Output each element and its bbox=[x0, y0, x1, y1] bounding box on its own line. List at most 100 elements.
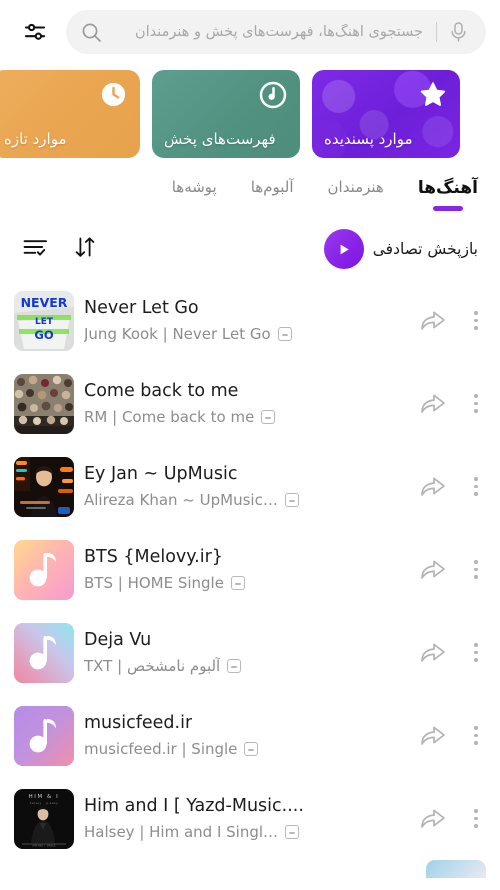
song-row[interactable]: Come back to me RM | Come back to me bbox=[0, 362, 500, 445]
song-subtitle: TXT | آلبوم نامشخص bbox=[84, 657, 221, 675]
song-title: Never Let Go bbox=[84, 298, 199, 318]
search-icon[interactable] bbox=[78, 22, 104, 43]
song-subtitle: Alireza Khan ~ UpMusic… bbox=[84, 491, 278, 509]
category-cards: موارد پسندیده فهرست‌های پخش موارد تازه bbox=[0, 62, 460, 158]
tab-active-underline bbox=[341, 204, 371, 209]
tab-label: آهنگ‌ها bbox=[417, 178, 478, 198]
song-texts: Never Let Go Jung Kook | Never Let Go bbox=[74, 298, 402, 343]
album-art-partial bbox=[426, 860, 486, 878]
tab-label: پوشه‌ها bbox=[171, 178, 217, 196]
song-subtitle: BTS | HOME Single bbox=[84, 574, 224, 592]
album-art[interactable] bbox=[14, 373, 74, 434]
song-title: Ey Jan ~ UpMusic bbox=[84, 464, 238, 484]
more-vertical-icon[interactable] bbox=[466, 721, 486, 751]
sd-card-icon bbox=[284, 493, 299, 507]
sd-card-icon bbox=[230, 576, 245, 590]
more-vertical-icon[interactable] bbox=[466, 638, 486, 668]
tab-active-underline bbox=[257, 204, 287, 209]
song-title: musicfeed.ir bbox=[84, 713, 193, 733]
search-input[interactable]: جستجوی آهنگ‌ها، فهرست‌های پخش و هنرمندان bbox=[66, 10, 486, 54]
svg-text:LET: LET bbox=[35, 317, 54, 327]
row-actions bbox=[414, 306, 486, 336]
share-arrow-icon[interactable] bbox=[418, 472, 448, 502]
more-vertical-icon[interactable] bbox=[466, 389, 486, 419]
category-card-label: موارد پسندیده bbox=[324, 130, 413, 148]
song-texts: musicfeed.ir musicfeed.ir | Single bbox=[74, 713, 402, 758]
share-arrow-icon[interactable] bbox=[418, 306, 448, 336]
album-art[interactable]: NEVER LET GO bbox=[14, 290, 74, 351]
tab-label: هنرمندان bbox=[327, 178, 384, 196]
svg-text:HIM AND I · SINGLE: HIM AND I · SINGLE bbox=[32, 844, 56, 847]
tab-artists[interactable]: هنرمندان bbox=[328, 178, 384, 215]
song-subtitle: Jung Kook | Never Let Go bbox=[84, 325, 271, 343]
song-title: BTS {Melovy.ir} bbox=[84, 547, 223, 567]
share-arrow-icon[interactable] bbox=[418, 721, 448, 751]
more-vertical-icon[interactable] bbox=[466, 555, 486, 585]
song-row[interactable]: Him and I [ Yazd-Music.... Halsey | Him a… bbox=[0, 777, 500, 860]
sd-card-icon bbox=[261, 410, 276, 424]
album-art[interactable] bbox=[14, 705, 74, 766]
song-row[interactable]: musicfeed.ir musicfeed.ir | Single bbox=[0, 694, 500, 777]
category-card-recent[interactable]: موارد تازه bbox=[0, 70, 140, 158]
song-row[interactable]: BTS {Melovy.ir} BTS | HOME Single bbox=[0, 528, 500, 611]
song-subtitle-row: Halsey | Him and I Singl… bbox=[84, 823, 300, 841]
row-actions bbox=[414, 555, 486, 585]
album-art[interactable] bbox=[14, 622, 74, 683]
song-subtitle: musicfeed.ir | Single bbox=[84, 740, 238, 758]
more-vertical-icon[interactable] bbox=[466, 472, 486, 502]
shuffle-play-control[interactable]: بازپخش تصادفی bbox=[323, 229, 478, 269]
song-subtitle: RM | Come back to me bbox=[84, 408, 255, 426]
play-icon[interactable] bbox=[323, 229, 364, 269]
category-card-playlists[interactable]: فهرست‌های پخش bbox=[152, 70, 300, 158]
search-divider bbox=[436, 22, 437, 42]
svg-text:NEVER: NEVER bbox=[21, 295, 68, 310]
shuffle-toolbar: بازپخش تصادفی bbox=[0, 217, 500, 279]
song-subtitle-row: Jung Kook | Never Let Go bbox=[84, 325, 292, 343]
more-vertical-icon[interactable] bbox=[466, 306, 486, 336]
list-check-icon[interactable] bbox=[22, 235, 49, 263]
song-texts: BTS {Melovy.ir} BTS | HOME Single bbox=[74, 547, 402, 592]
more-vertical-icon[interactable] bbox=[466, 804, 486, 834]
svg-text:HIM & I: HIM & I bbox=[29, 794, 60, 800]
row-actions bbox=[414, 472, 486, 502]
song-title: Deja Vu bbox=[84, 630, 152, 650]
song-list: Never Let Go Jung Kook | Never Let Go NEV… bbox=[0, 279, 500, 860]
tabs: آهنگ‌ها هنرمندان آلبوم‌ها پوشه‌ها bbox=[0, 158, 500, 217]
song-subtitle-row: Alireza Khan ~ UpMusic… bbox=[84, 491, 299, 509]
filter-settings-button[interactable] bbox=[14, 11, 56, 53]
row-actions bbox=[414, 638, 486, 668]
playlist-disc-icon bbox=[258, 80, 288, 110]
song-title: Him and I [ Yazd-Music.... bbox=[84, 796, 304, 816]
album-art[interactable]: HIM & I halsey · g-eazy HIM AND I · SING… bbox=[14, 788, 74, 849]
clock-icon bbox=[99, 80, 128, 109]
song-row[interactable]: Deja Vu TXT | آلبوم نامشخص bbox=[0, 611, 500, 694]
album-art[interactable] bbox=[14, 539, 74, 600]
microphone-icon[interactable] bbox=[446, 21, 470, 43]
svg-text:halsey · g-eazy: halsey · g-eazy bbox=[30, 801, 59, 805]
song-subtitle-row: musicfeed.ir | Single bbox=[84, 740, 259, 758]
search-bar: جستجوی آهنگ‌ها، فهرست‌های پخش و هنرمندان bbox=[0, 0, 500, 62]
row-actions bbox=[414, 721, 486, 751]
tab-albums[interactable]: آلبوم‌ها bbox=[251, 178, 294, 215]
sd-card-icon bbox=[285, 825, 300, 839]
song-subtitle-row: RM | Come back to me bbox=[84, 408, 276, 426]
shuffle-label: بازپخش تصادفی bbox=[372, 240, 478, 258]
song-row[interactable]: Never Let Go Jung Kook | Never Let Go NEV… bbox=[0, 279, 500, 362]
tab-songs[interactable]: آهنگ‌ها bbox=[418, 178, 478, 217]
sort-arrows-icon[interactable] bbox=[73, 234, 97, 264]
share-arrow-icon[interactable] bbox=[418, 804, 448, 834]
share-arrow-icon[interactable] bbox=[418, 389, 448, 419]
tab-label: آلبوم‌ها bbox=[250, 178, 294, 196]
tab-folders[interactable]: پوشه‌ها bbox=[172, 178, 217, 215]
list-tools bbox=[22, 234, 97, 264]
row-actions bbox=[414, 804, 486, 834]
song-row[interactable]: Ey Jan ~ UpMusic Alireza Khan ~ UpMusic… bbox=[0, 445, 500, 528]
song-title: Come back to me bbox=[84, 381, 239, 401]
share-arrow-icon[interactable] bbox=[418, 638, 448, 668]
category-card-favorites[interactable]: موارد پسندیده bbox=[312, 70, 460, 158]
tab-active-underline bbox=[179, 204, 209, 209]
search-placeholder-text: جستجوی آهنگ‌ها، فهرست‌های پخش و هنرمندان bbox=[134, 24, 423, 40]
row-actions bbox=[414, 389, 486, 419]
share-arrow-icon[interactable] bbox=[418, 555, 448, 585]
album-art[interactable] bbox=[14, 456, 74, 517]
